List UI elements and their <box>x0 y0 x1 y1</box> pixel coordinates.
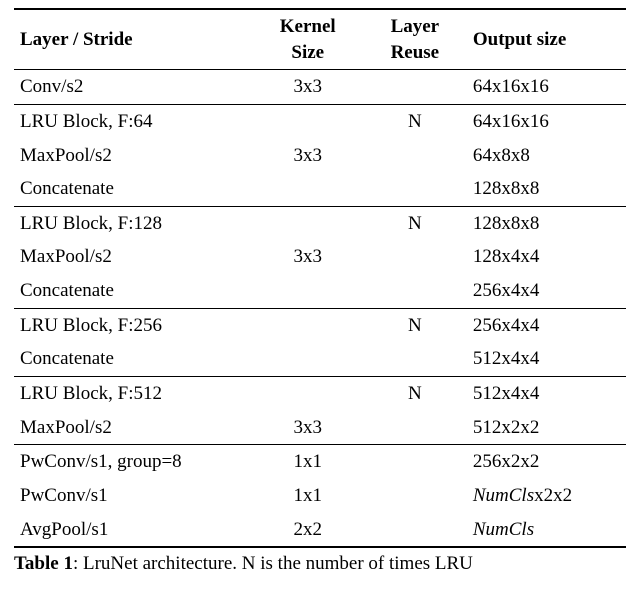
cell-kernel <box>253 104 363 138</box>
cell-output: 64x16x16 <box>467 104 626 138</box>
cell-reuse <box>363 479 467 513</box>
cell-kernel: 3x3 <box>253 70 363 105</box>
cell-kernel <box>253 308 363 342</box>
cell-output: 512x2x2 <box>467 411 626 445</box>
architecture-table: Layer / Stride Kernel Size Layer Reuse O… <box>14 8 626 548</box>
cell-output: 256x2x2 <box>467 445 626 479</box>
cell-layer: MaxPool/s2 <box>14 139 253 173</box>
output-ital: NumCls <box>473 485 534 506</box>
table-row: LRU Block, F:128 N128x8x8 <box>14 206 626 240</box>
table-row: PwConv/s1, group=81x1 256x2x2 <box>14 445 626 479</box>
cell-output: 128x8x8 <box>467 172 626 206</box>
cell-output: NumCls <box>467 513 626 548</box>
cell-kernel: 1x1 <box>253 445 363 479</box>
table-wrapper: Layer / Stride Kernel Size Layer Reuse O… <box>0 0 640 577</box>
cell-reuse <box>363 411 467 445</box>
cell-layer: PwConv/s1, group=8 <box>14 445 253 479</box>
cell-kernel <box>253 206 363 240</box>
cell-layer: LRU Block, F:512 <box>14 377 253 411</box>
cell-kernel <box>253 172 363 206</box>
output-suffix: x2x2 <box>534 485 572 506</box>
cell-layer: LRU Block, F:128 <box>14 206 253 240</box>
table-caption-text: : LruNet architecture. N is the number o… <box>73 553 473 574</box>
cell-layer: Concatenate <box>14 172 253 206</box>
cell-reuse: N <box>363 206 467 240</box>
cell-layer: Conv/s2 <box>14 70 253 105</box>
cell-layer: MaxPool/s2 <box>14 240 253 274</box>
col-header-reuse-l1: Layer <box>391 16 440 37</box>
cell-layer: LRU Block, F:256 <box>14 308 253 342</box>
table-row: LRU Block, F:256 N256x4x4 <box>14 308 626 342</box>
col-header-kernel-l2: Size <box>291 42 324 63</box>
cell-layer: Concatenate <box>14 342 253 376</box>
cell-layer: AvgPool/s1 <box>14 513 253 548</box>
table-row: AvgPool/s12x2 NumCls <box>14 513 626 548</box>
table-row: MaxPool/s23x3 128x4x4 <box>14 240 626 274</box>
table-caption-label: Table 1 <box>14 553 73 574</box>
cell-reuse: N <box>363 377 467 411</box>
cell-output: 512x4x4 <box>467 377 626 411</box>
cell-kernel <box>253 377 363 411</box>
table-row: PwConv/s11x1 NumClsx2x2 <box>14 479 626 513</box>
cell-output: 64x16x16 <box>467 70 626 105</box>
cell-kernel: 3x3 <box>253 139 363 173</box>
header-row: Layer / Stride Kernel Size Layer Reuse O… <box>14 9 626 70</box>
table-body: Conv/s23x364x16x16LRU Block, F:64N64x16x… <box>14 70 626 548</box>
table-head: Layer / Stride Kernel Size Layer Reuse O… <box>14 9 626 70</box>
cell-kernel: 3x3 <box>253 411 363 445</box>
table-row: Concatenate 256x4x4 <box>14 274 626 308</box>
cell-reuse <box>363 445 467 479</box>
cell-reuse <box>363 139 467 173</box>
cell-kernel: 1x1 <box>253 479 363 513</box>
cell-output: 256x4x4 <box>467 308 626 342</box>
output-ital: NumCls <box>473 519 534 540</box>
cell-kernel <box>253 274 363 308</box>
cell-reuse <box>363 172 467 206</box>
cell-output: 64x8x8 <box>467 139 626 173</box>
table-row: Concatenate 512x4x4 <box>14 342 626 376</box>
cell-layer: Concatenate <box>14 274 253 308</box>
table-row: LRU Block, F:512 N512x4x4 <box>14 377 626 411</box>
cell-output: 512x4x4 <box>467 342 626 376</box>
cell-layer: MaxPool/s2 <box>14 411 253 445</box>
col-header-output: Output size <box>467 9 626 70</box>
cell-kernel: 2x2 <box>253 513 363 548</box>
cell-reuse: N <box>363 308 467 342</box>
col-header-reuse: Layer Reuse <box>363 9 467 70</box>
cell-reuse <box>363 240 467 274</box>
table-row: LRU Block, F:64 N64x16x16 <box>14 104 626 138</box>
table-row: Conv/s23x3 64x16x16 <box>14 70 626 105</box>
table-row: MaxPool/s23x3 64x8x8 <box>14 139 626 173</box>
cell-reuse <box>363 70 467 105</box>
cell-reuse <box>363 342 467 376</box>
table-row: MaxPool/s23x3 512x2x2 <box>14 411 626 445</box>
table-bottom-rule <box>14 547 626 548</box>
cell-output: 256x4x4 <box>467 274 626 308</box>
col-header-kernel: Kernel Size <box>253 9 363 70</box>
table-row: Concatenate 128x8x8 <box>14 172 626 206</box>
cell-kernel: 3x3 <box>253 240 363 274</box>
table-caption: Table 1: LruNet architecture. N is the n… <box>14 552 626 577</box>
cell-layer: LRU Block, F:64 <box>14 104 253 138</box>
col-header-reuse-l2: Reuse <box>391 42 440 63</box>
cell-reuse: N <box>363 104 467 138</box>
cell-reuse <box>363 274 467 308</box>
rule-cell <box>14 547 626 548</box>
cell-layer: PwConv/s1 <box>14 479 253 513</box>
col-header-layer: Layer / Stride <box>14 9 253 70</box>
cell-kernel <box>253 342 363 376</box>
cell-reuse <box>363 513 467 548</box>
cell-output: 128x8x8 <box>467 206 626 240</box>
cell-output: 128x4x4 <box>467 240 626 274</box>
cell-output: NumClsx2x2 <box>467 479 626 513</box>
col-header-kernel-l1: Kernel <box>280 16 336 37</box>
